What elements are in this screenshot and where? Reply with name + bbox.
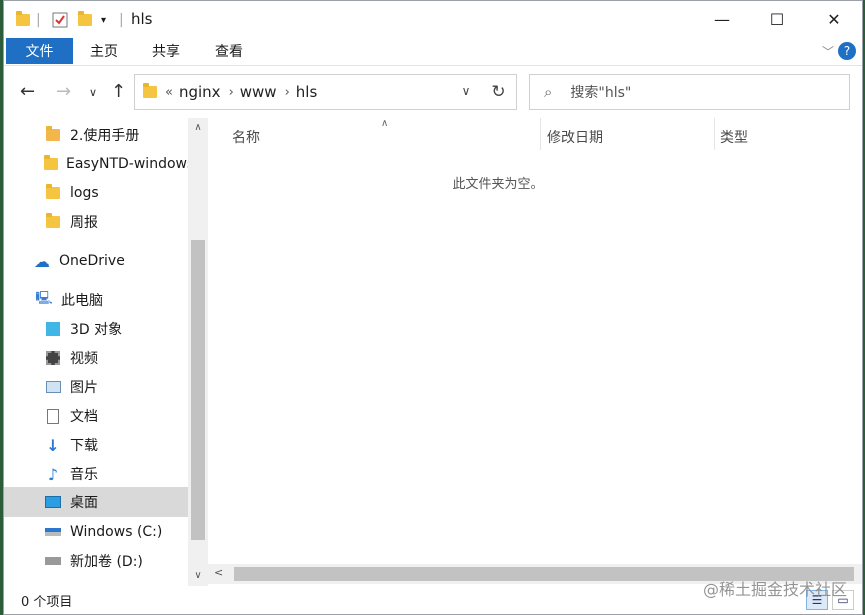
- folder-doc-icon: [44, 126, 62, 143]
- sidebar-scrollbar[interactable]: ∧ ∨: [188, 118, 208, 586]
- drive-d-icon: [44, 553, 62, 569]
- column-divider[interactable]: [540, 118, 541, 150]
- column-header-name[interactable]: 名称: [232, 124, 260, 150]
- navigation-bar: ← → ∨ ↑ « nginx › www › hls ∨ ↻ ⌕ 搜索"hls…: [4, 67, 862, 117]
- toolbar-divider: |: [36, 12, 41, 28]
- item-count: 0 个项目: [21, 594, 73, 610]
- scroll-down-icon[interactable]: ∨: [188, 566, 208, 584]
- music-icon: ♪: [47, 464, 59, 484]
- address-history-chevron-icon[interactable]: ∨: [451, 74, 481, 108]
- folder-icon: [44, 213, 62, 230]
- sidebar-item-drive-c[interactable]: Windows (C:): [4, 518, 188, 546]
- forward-arrow-icon[interactable]: →: [56, 81, 71, 102]
- tab-file[interactable]: 文件: [6, 38, 73, 64]
- 3d-objects-icon: [44, 321, 62, 337]
- search-box[interactable]: ⌕ 搜索"hls": [529, 74, 850, 110]
- new-folder-icon[interactable]: [78, 9, 92, 31]
- column-divider[interactable]: [714, 118, 715, 150]
- breadcrumb-www[interactable]: www: [240, 83, 277, 101]
- address-folder-icon: [143, 83, 157, 98]
- breadcrumb-separator-icon[interactable]: ›: [285, 85, 290, 100]
- recent-locations-chevron-icon[interactable]: ∨: [89, 86, 97, 99]
- column-header-date-modified[interactable]: 修改日期: [547, 124, 603, 150]
- drive-c-icon: [44, 524, 62, 540]
- folder-icon: [44, 155, 58, 172]
- folder-icon: [44, 184, 62, 201]
- sidebar-item-desktop[interactable]: 桌面: [4, 487, 188, 517]
- tab-home[interactable]: 主页: [90, 38, 118, 64]
- tab-view[interactable]: 查看: [215, 38, 243, 64]
- breadcrumb-overflow[interactable]: «: [165, 85, 173, 100]
- refresh-icon[interactable]: ↻: [481, 74, 517, 110]
- scroll-up-icon[interactable]: ∧: [188, 118, 208, 136]
- sort-ascending-icon: ∧: [381, 118, 389, 129]
- sidebar-item-logs[interactable]: logs: [4, 179, 188, 207]
- pictures-icon: [44, 379, 62, 395]
- breadcrumb-separator-icon[interactable]: ›: [229, 85, 234, 100]
- sidebar-scroll-thumb[interactable]: [191, 240, 205, 540]
- scroll-left-icon[interactable]: <: [214, 566, 223, 579]
- tab-share[interactable]: 共享: [152, 38, 180, 64]
- search-icon: ⌕: [544, 83, 553, 101]
- ribbon-tabs: 文件 主页 共享 查看 ﹀ ?: [4, 38, 862, 66]
- sidebar-item-weekly[interactable]: 周报: [4, 208, 188, 236]
- help-icon[interactable]: ?: [838, 42, 856, 60]
- sidebar-item-3d-objects[interactable]: 3D 对象: [4, 315, 188, 343]
- sidebar-item-easyntd[interactable]: EasyNTD-windows: [4, 150, 188, 178]
- maximize-button[interactable]: ☐: [749, 1, 805, 38]
- quick-access-folder-icon[interactable]: [16, 9, 30, 31]
- this-pc-icon: 🖳: [35, 291, 53, 306]
- file-list-pane[interactable]: ∧ 名称 修改日期 类型 此文件夹为空。 <: [208, 118, 862, 586]
- search-input[interactable]: 搜索"hls": [570, 82, 631, 102]
- desktop-icon: [44, 494, 62, 510]
- column-header-type[interactable]: 类型: [720, 124, 748, 150]
- breadcrumb-nginx[interactable]: nginx: [179, 83, 221, 101]
- watermark-text: @稀土掘金技术社区: [702, 580, 847, 599]
- window-title: hls: [131, 10, 153, 28]
- back-arrow-icon[interactable]: ←: [20, 81, 35, 102]
- sidebar-item-music[interactable]: ♪ 音乐: [4, 460, 188, 488]
- onedrive-cloud-icon: ☁: [34, 251, 50, 271]
- sidebar-item-videos[interactable]: 视频: [4, 344, 188, 372]
- sidebar-item-downloads[interactable]: ↓ 下载: [4, 431, 188, 459]
- videos-icon: [44, 350, 62, 366]
- properties-check-icon[interactable]: [52, 9, 68, 31]
- sidebar-item-onedrive[interactable]: ☁ OneDrive: [4, 247, 188, 275]
- sidebar-item-documents[interactable]: 文档: [4, 402, 188, 430]
- minimize-button[interactable]: —: [694, 1, 750, 38]
- up-arrow-icon[interactable]: ↑: [111, 81, 126, 102]
- downloads-icon: ↓: [46, 435, 60, 455]
- customize-toolbar-chevron-icon[interactable]: ▾: [101, 9, 106, 31]
- toolbar-divider: |: [119, 12, 124, 28]
- expand-ribbon-chevron-icon[interactable]: ﹀: [822, 43, 834, 60]
- documents-icon: [44, 408, 62, 424]
- sidebar-item-this-pc[interactable]: 🖳 此电脑: [4, 286, 188, 314]
- file-explorer-window: | ▾ | hls — ☐ ✕ 文件 主页 共享 查看 ﹀ ? ← → ∨ ↑ …: [3, 0, 863, 615]
- sidebar-item-pictures[interactable]: 图片: [4, 373, 188, 401]
- sidebar-item-drive-d[interactable]: 新加卷 (D:): [4, 547, 188, 575]
- close-button[interactable]: ✕: [806, 1, 862, 38]
- breadcrumb-hls[interactable]: hls: [296, 83, 318, 101]
- title-bar: | ▾ | hls — ☐ ✕: [4, 1, 862, 38]
- empty-folder-message: 此文件夹为空。: [452, 177, 544, 192]
- navigation-pane: 2.使用手册 EasyNTD-windows logs 周报 ☁ OneDriv…: [4, 118, 208, 586]
- sidebar-item-manual[interactable]: 2.使用手册: [4, 121, 188, 149]
